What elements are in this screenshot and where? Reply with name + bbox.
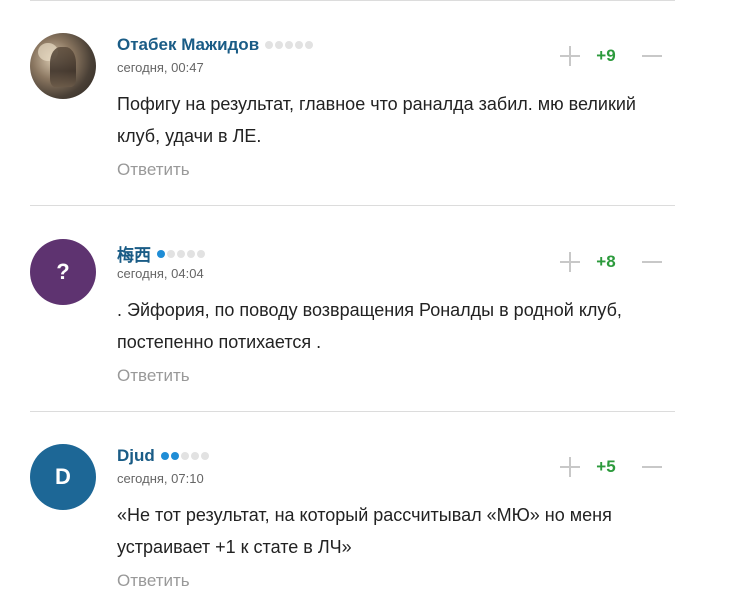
vote-controls: +5 [558,455,664,479]
downvote-icon[interactable] [640,455,664,479]
upvote-icon[interactable] [558,44,582,68]
rating-dot-empty [180,452,189,460]
vote-score: +5 [596,457,616,476]
vote-controls: +9 [558,44,664,68]
user-rating [265,41,314,49]
comment-author[interactable]: 梅西 [117,241,205,266]
comment-timestamp: сегодня, 04:04 [117,266,204,281]
user-rating [160,452,209,460]
comment-author[interactable]: Djud [117,446,209,466]
comment-item: D Djud сегодня, 07:10 +5 «Не тот результ… [0,411,730,616]
upvote-icon[interactable] [558,455,582,479]
avatar[interactable]: ? [30,239,96,305]
upvote-icon[interactable] [558,250,582,274]
comment-text: . Эйфория, по поводу возвращения Роналды… [117,300,622,352]
rating-dot-empty [190,452,199,460]
downvote-icon[interactable] [640,44,664,68]
rating-dot-empty [177,249,185,258]
author-name[interactable]: Отабек Мажидов [117,35,259,55]
comment-item: Отабек Мажидов сегодня, 00:47 +9 Пофигу … [0,0,730,205]
rating-dot-filled [170,452,179,460]
user-rating [157,249,205,258]
comment-text: Пофигу на результат, главное что раналда… [117,94,636,146]
avatar-photo-figure [50,47,76,87]
comment-author[interactable]: Отабек Мажидов [117,35,314,55]
rating-dot-empty [305,41,314,49]
reply-button[interactable]: Ответить [117,366,190,386]
reply-button[interactable]: Ответить [117,160,190,180]
rating-dot-empty [275,41,284,49]
avatar-letter: D [55,464,71,489]
avatar[interactable]: D [30,444,96,510]
rating-dot-empty [285,41,294,49]
vote-controls: +8 [558,250,664,274]
author-name[interactable]: 梅西 [117,241,151,266]
vote-score: +8 [596,252,616,271]
comment-item: ? 梅西 сегодня, 04:04 +8 . Эйфория, по пов… [0,206,730,411]
rating-dot-filled [157,249,165,258]
avatar[interactable] [30,33,96,99]
downvote-icon[interactable] [640,250,664,274]
rating-dot-empty [167,249,175,258]
comment-text: «Не тот результат, на который рассчитыва… [117,505,612,557]
vote-score: +9 [596,46,616,65]
rating-dot-empty [265,41,274,49]
rating-dot-empty [197,249,205,258]
rating-dot-filled [160,452,169,460]
rating-dot-empty [295,41,304,49]
avatar-letter: ? [56,259,70,284]
rating-dot-empty [187,249,195,258]
author-name[interactable]: Djud [117,446,155,466]
reply-button[interactable]: Ответить [117,571,190,591]
comment-timestamp: сегодня, 07:10 [117,471,204,486]
comment-timestamp: сегодня, 00:47 [117,60,204,75]
rating-dot-empty [200,452,209,460]
